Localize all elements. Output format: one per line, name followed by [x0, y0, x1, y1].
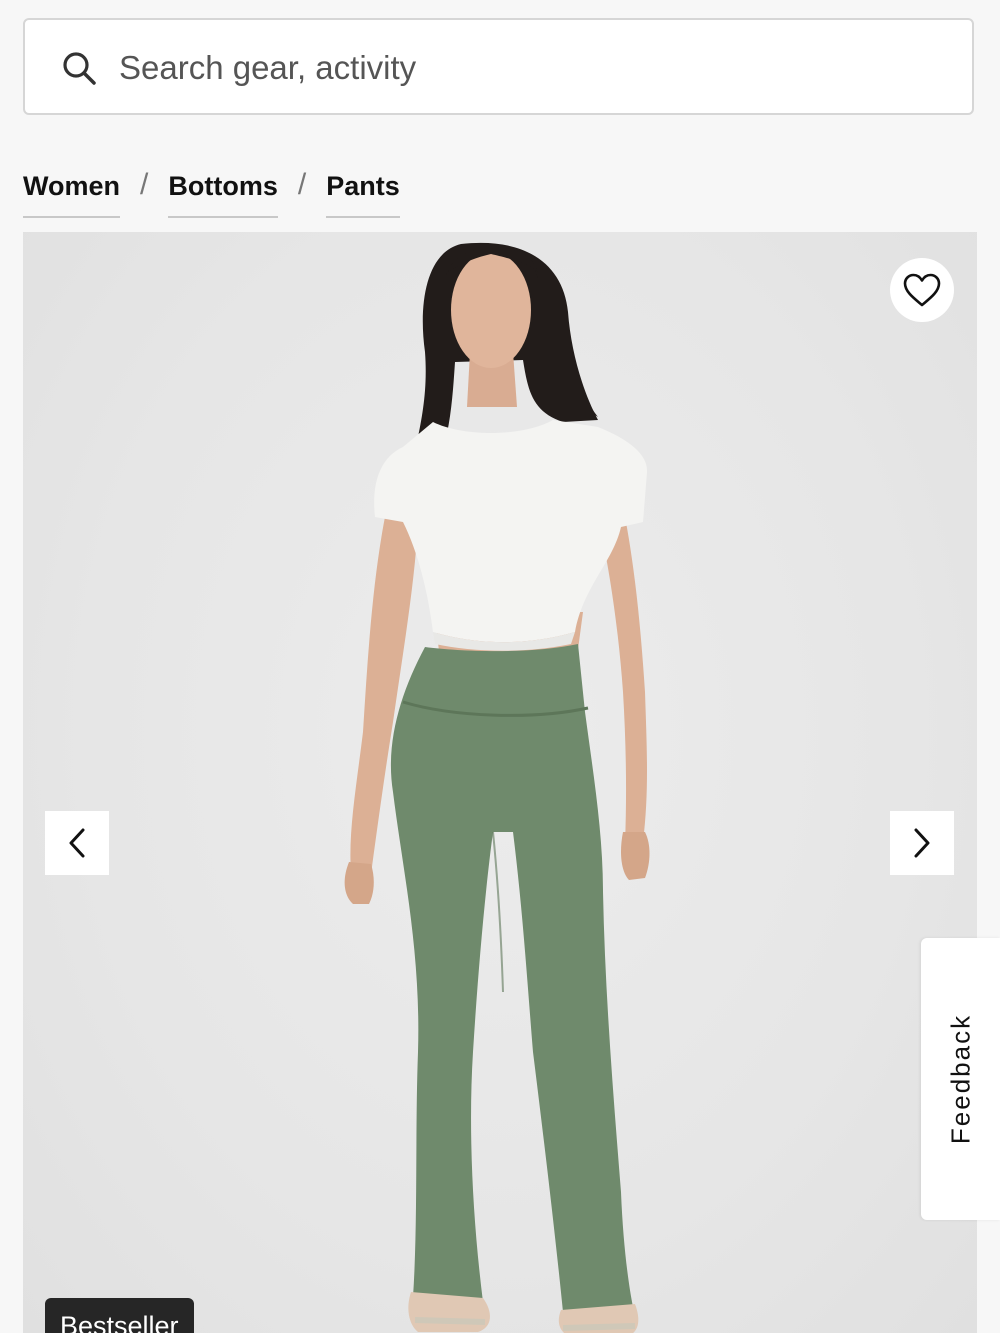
chevron-right-icon — [914, 828, 930, 858]
chevron-left-icon — [69, 828, 85, 858]
carousel-prev-button[interactable] — [45, 811, 109, 875]
product-photo — [344, 242, 650, 1333]
feedback-label: Feedback — [945, 1013, 976, 1145]
product-page: Women / Bottoms / Pants — [0, 0, 1000, 1333]
search-bar[interactable] — [23, 18, 974, 115]
bestseller-badge: Bestseller — [45, 1298, 194, 1333]
product-image-carousel[interactable]: Bestseller — [23, 232, 977, 1333]
search-input[interactable] — [117, 42, 941, 94]
carousel-next-button[interactable] — [890, 811, 954, 875]
wishlist-button[interactable] — [890, 258, 954, 322]
breadcrumb-pants[interactable]: Pants — [326, 166, 400, 218]
breadcrumb-separator: / — [297, 168, 307, 201]
breadcrumb: Women / Bottoms / Pants — [23, 166, 400, 218]
heart-outline-icon — [903, 273, 941, 307]
feedback-tab[interactable]: Feedback — [921, 938, 1000, 1220]
breadcrumb-separator: / — [140, 168, 149, 201]
breadcrumb-women[interactable]: Women — [23, 166, 121, 218]
breadcrumb-bottoms[interactable]: Bottoms — [168, 166, 278, 218]
search-icon — [63, 52, 96, 85]
